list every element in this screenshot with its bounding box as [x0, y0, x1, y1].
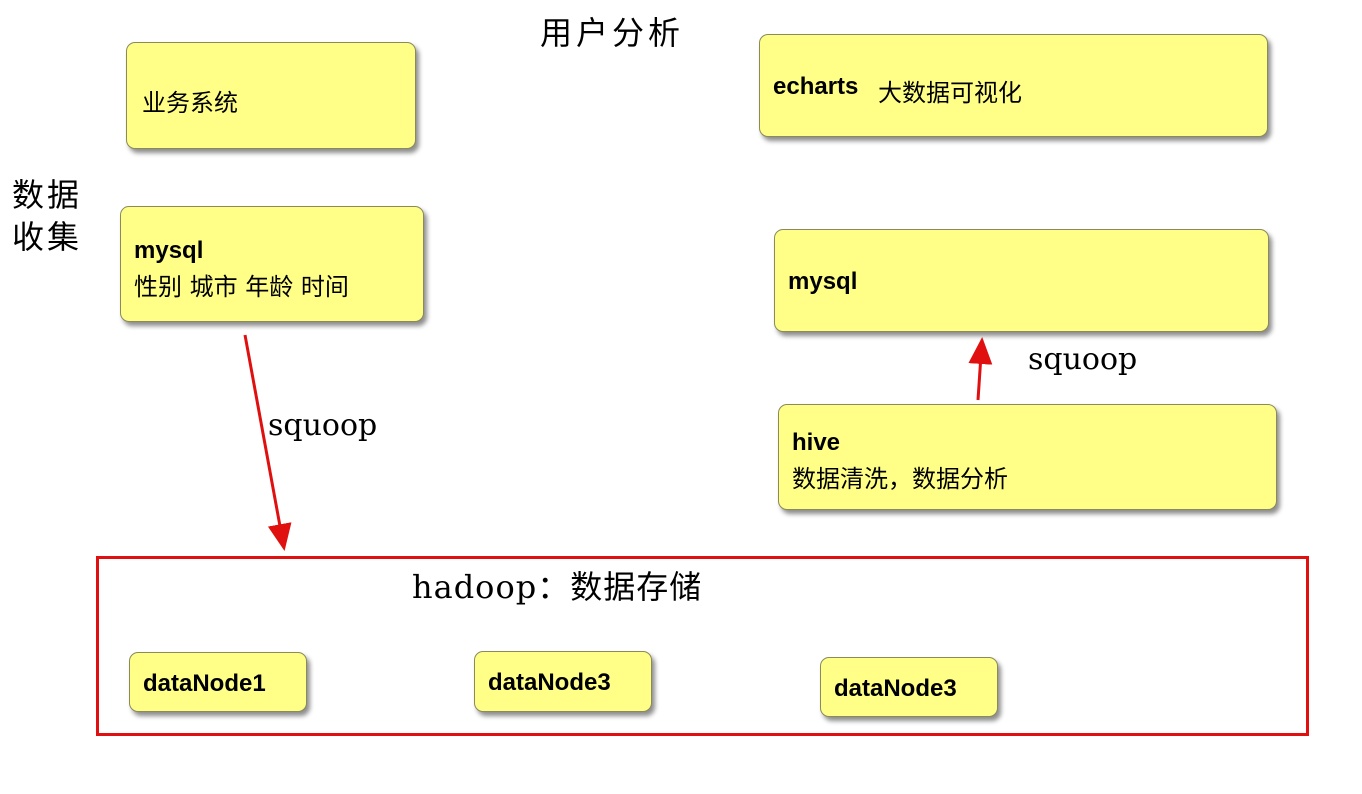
- datanode-box: dataNode1: [129, 652, 307, 712]
- squoop-label-right: squoop: [1028, 342, 1138, 377]
- echarts-text: 大数据可视化: [878, 79, 1022, 107]
- diagram-title: 用户分析: [540, 14, 685, 52]
- datanode-box: dataNode3: [474, 651, 652, 712]
- business-system-box: 业务系统: [126, 42, 416, 149]
- datanode-box: dataNode3: [820, 657, 998, 717]
- arrow-hive-to-mysql: [968, 337, 993, 401]
- echarts-box: echarts 大数据可视化: [759, 34, 1268, 137]
- mysql-target-box: mysql: [774, 229, 1269, 332]
- datanode-label: dataNode3: [834, 675, 957, 702]
- mysql-source-box: mysql 性别 城市 年龄 时间: [120, 206, 424, 322]
- side-label-line1: 数据: [12, 176, 83, 214]
- mysql-source-title: mysql: [134, 237, 204, 264]
- hive-box: hive 数据清洗，数据分析: [778, 404, 1277, 510]
- squoop-label-left: squoop: [268, 408, 378, 443]
- datanode-label: dataNode3: [488, 669, 611, 696]
- hive-text: 数据清洗，数据分析: [792, 465, 1008, 493]
- datanode-label: dataNode1: [143, 670, 266, 697]
- mysql-target-title: mysql: [788, 268, 858, 295]
- side-label-line2: 收集: [12, 218, 83, 256]
- hive-title: hive: [792, 429, 841, 456]
- echarts-title: echarts: [773, 73, 859, 100]
- hadoop-storage-label: hadoop：数据存储: [412, 568, 703, 606]
- mysql-source-fields: 性别 城市 年龄 时间: [134, 273, 349, 301]
- business-system-label: 业务系统: [142, 89, 238, 117]
